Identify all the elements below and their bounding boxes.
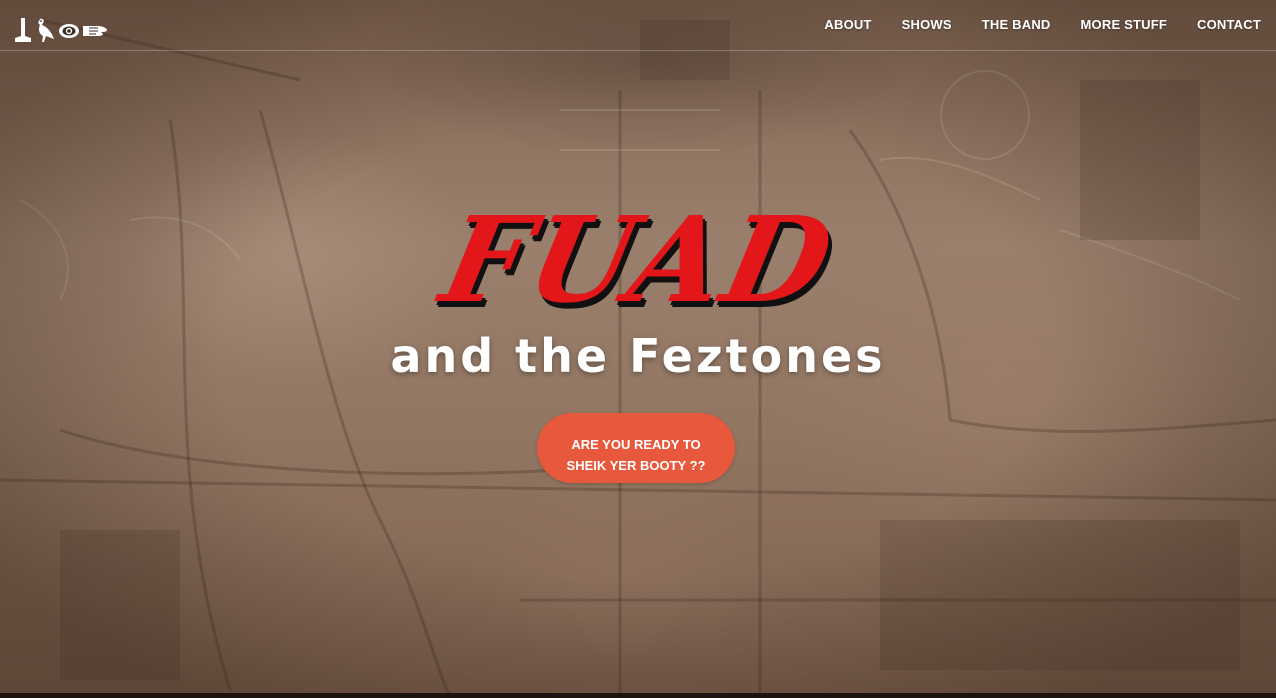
hieroglyph-eye-icon <box>58 17 80 43</box>
hieroglyph-hand-icon <box>82 17 108 43</box>
cta-line-1: ARE YOU READY TO <box>571 437 701 452</box>
band-name-title: FUAD <box>430 190 846 329</box>
nav-link-about[interactable]: ABOUT <box>824 17 871 32</box>
nav-link-contact[interactable]: CONTACT <box>1197 17 1261 32</box>
bottom-edge <box>0 693 1276 698</box>
nav-link-shows[interactable]: SHOWS <box>902 17 952 32</box>
nav-links: ABOUT SHOWS THE BAND MORE STUFF CONTACT <box>824 17 1261 32</box>
sheik-yer-booty-button[interactable]: ARE YOU READY TO SHEIK YER BOOTY ?? <box>537 413 735 483</box>
band-name-subtitle: and the Feztones <box>390 329 886 383</box>
nav-link-the-band[interactable]: THE BAND <box>982 17 1051 32</box>
hieroglyph-leg-icon <box>12 17 32 43</box>
hero-title-block: FUAD and the Feztones <box>0 190 1276 383</box>
brand-logo[interactable] <box>12 16 108 44</box>
cta-line-2: SHEIK YER BOOTY ?? <box>566 458 706 473</box>
nav-link-more-stuff[interactable]: MORE STUFF <box>1081 17 1168 32</box>
hieroglyph-bird-icon <box>34 17 56 43</box>
top-navbar: ABOUT SHOWS THE BAND MORE STUFF CONTACT <box>0 0 1276 51</box>
